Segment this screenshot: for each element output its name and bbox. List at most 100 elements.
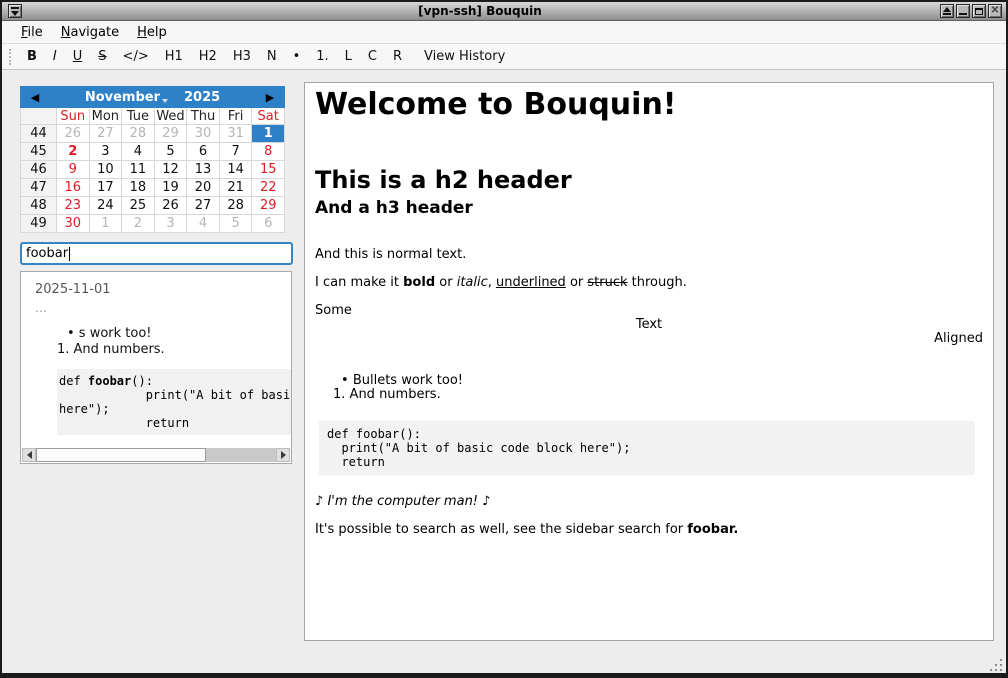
calendar-day-cell[interactable]: 14 (220, 161, 253, 179)
calendar-day-cell[interactable]: 5 (220, 215, 253, 233)
calendar-day-cell[interactable]: 19 (155, 179, 188, 197)
minimize-button[interactable] (956, 4, 970, 18)
calendar-day-cell[interactable]: 30 (57, 215, 90, 233)
calendar-week-number: 48 (21, 197, 57, 215)
calendar-day-cell[interactable]: 6 (187, 143, 220, 161)
text-run: through. (628, 275, 687, 290)
window-menu-button[interactable] (8, 4, 22, 18)
toolbar-button-bullet-list[interactable]: • (285, 46, 309, 67)
calendar-day-cell[interactable]: 15 (252, 161, 285, 179)
toolbar-button-align-right[interactable]: R (385, 46, 410, 67)
calendar-day-cell[interactable]: 3 (155, 215, 188, 233)
toolbar-button-view-history[interactable]: View History (416, 46, 513, 67)
calendar-day-cell[interactable]: 27 (90, 125, 123, 143)
shade-button[interactable] (940, 4, 954, 18)
search-input-value: foobar (26, 246, 68, 261)
scroll-left-button[interactable] (22, 448, 36, 462)
scrollbar-track[interactable] (36, 448, 276, 462)
menu-help[interactable]: Help (128, 23, 176, 42)
calendar-day-cell[interactable]: 21 (220, 179, 253, 197)
calendar-day-cell[interactable]: 17 (90, 179, 123, 197)
menu-navigate[interactable]: Navigate (52, 23, 128, 42)
calendar-day-cell[interactable]: 10 (90, 161, 123, 179)
calendar-day-cell[interactable]: 26 (155, 197, 188, 215)
calendar-day-header: Mon (90, 108, 123, 125)
calendar-next-button[interactable]: ▶ (255, 91, 285, 104)
calendar-day-cell[interactable]: 29 (252, 197, 285, 215)
toolbar-button-italic[interactable]: I (45, 46, 65, 67)
calendar-day-cell[interactable]: 2 (122, 215, 155, 233)
note-search-hint: It's possible to search as well, see the… (315, 523, 983, 537)
text-run: foobar. (687, 522, 738, 537)
calendar-day-cell[interactable]: 6 (252, 215, 285, 233)
resize-grip-icon[interactable] (990, 657, 1002, 671)
note-h1: Welcome to Bouquin! (315, 89, 983, 121)
calendar-day-cell[interactable]: 3 (90, 143, 123, 161)
calendar-day-cell[interactable]: 28 (122, 125, 155, 143)
toolbar-button-code[interactable]: </> (115, 46, 157, 67)
calendar-day-header: Sun (57, 108, 90, 125)
calendar-day-cell[interactable]: 29 (155, 125, 188, 143)
calendar-month-dropdown[interactable]: November (85, 90, 168, 105)
scrollbar-thumb[interactable] (36, 448, 206, 462)
menu-file[interactable]: File (12, 23, 52, 42)
toolbar-button-bold[interactable]: B (19, 46, 45, 67)
note-view[interactable]: Welcome to Bouquin! This is a h2 header … (304, 82, 994, 641)
chevron-down-icon (162, 99, 168, 103)
result-ellipsis: … (35, 301, 291, 315)
calendar-year-label[interactable]: 2025 (184, 90, 220, 105)
calendar-day-cell[interactable]: 5 (155, 143, 188, 161)
shade-icon (943, 7, 951, 12)
result-code-line: def foobar(): (59, 374, 292, 388)
calendar: ◀ November 2025 ▶ SunMonTueWedThuFriSat4… (20, 86, 285, 233)
window-menu-icon (11, 7, 19, 9)
calendar-day-cell[interactable]: 8 (252, 143, 285, 161)
calendar-day-cell[interactable]: 16 (57, 179, 90, 197)
note-numbered-item: 1. And numbers. (315, 388, 983, 402)
calendar-week-number: 44 (21, 125, 57, 143)
search-results-panel[interactable]: 2025-11-01 … • s work too! 1. And number… (20, 271, 292, 464)
search-input[interactable]: foobar (20, 242, 293, 265)
toolbar-button-underline[interactable]: U (65, 46, 91, 67)
calendar-day-cell[interactable]: 1 (90, 215, 123, 233)
calendar-day-cell[interactable]: 4 (187, 215, 220, 233)
toolbar-button-normal[interactable]: N (259, 46, 285, 67)
calendar-day-cell[interactable]: 7 (220, 143, 253, 161)
text-run: bold (403, 275, 435, 290)
calendar-day-cell[interactable]: 25 (122, 197, 155, 215)
calendar-day-cell[interactable]: 27 (187, 197, 220, 215)
toolbar-button-h2[interactable]: H2 (191, 46, 225, 67)
calendar-day-cell[interactable]: 20 (187, 179, 220, 197)
calendar-day-cell[interactable]: 2 (57, 143, 90, 161)
calendar-day-cell[interactable]: 12 (155, 161, 188, 179)
horizontal-scrollbar[interactable] (22, 448, 290, 462)
toolbar-button-numbered-list[interactable]: 1. (308, 46, 336, 67)
calendar-day-cell[interactable]: 30 (187, 125, 220, 143)
calendar-day-cell[interactable]: 4 (122, 143, 155, 161)
toolbar-button-h1[interactable]: H1 (157, 46, 191, 67)
result-list-line: 1. And numbers. (21, 342, 291, 357)
calendar-day-cell[interactable]: 13 (187, 161, 220, 179)
toolbar-grip-icon (9, 49, 12, 65)
close-button[interactable]: ✕ (988, 4, 1002, 18)
calendar-day-cell[interactable]: 18 (122, 179, 155, 197)
calendar-day-cell[interactable]: 24 (90, 197, 123, 215)
calendar-prev-button[interactable]: ◀ (20, 91, 50, 104)
calendar-day-cell[interactable]: 9 (57, 161, 90, 179)
calendar-day-cell[interactable]: 26 (57, 125, 90, 143)
text-run: or (566, 275, 588, 290)
calendar-day-cell[interactable]: 11 (122, 161, 155, 179)
calendar-day-cell[interactable]: 28 (220, 197, 253, 215)
calendar-day-cell[interactable]: 22 (252, 179, 285, 197)
toolbar-button-align-center[interactable]: C (360, 46, 385, 67)
calendar-day-cell[interactable]: 1 (252, 125, 285, 143)
toolbar-button-strikethrough[interactable]: S (90, 46, 114, 67)
note-list: • Bullets work too! 1. And numbers. (315, 374, 983, 402)
calendar-day-cell[interactable]: 31 (220, 125, 253, 143)
maximize-button[interactable] (972, 4, 986, 18)
calendar-week-number: 46 (21, 161, 57, 179)
scroll-right-button[interactable] (276, 448, 290, 462)
calendar-day-cell[interactable]: 23 (57, 197, 90, 215)
toolbar-button-align-left[interactable]: L (337, 46, 360, 67)
toolbar-button-h3[interactable]: H3 (225, 46, 259, 67)
